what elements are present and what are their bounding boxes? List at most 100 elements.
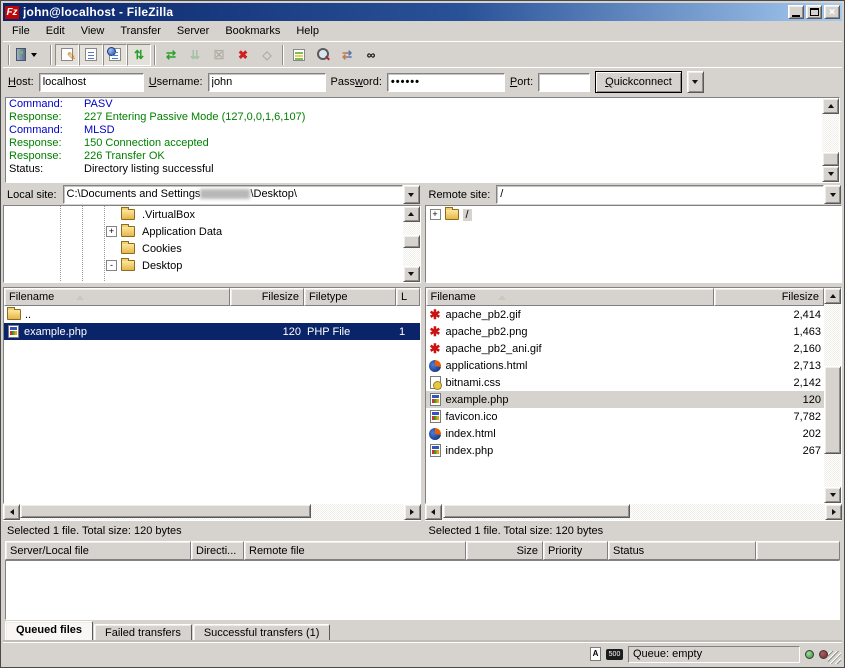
file-row-selected[interactable]: example.php 120 bbox=[426, 391, 825, 408]
scroll-thumb[interactable] bbox=[824, 366, 841, 454]
column-header-filetype[interactable]: Filetype bbox=[304, 288, 396, 306]
data-type-icon[interactable] bbox=[590, 647, 601, 661]
remote-path[interactable]: / bbox=[496, 185, 824, 204]
file-row[interactable]: index.html 202 bbox=[426, 425, 825, 442]
scroll-right-button[interactable] bbox=[404, 504, 421, 520]
close-button[interactable]: × bbox=[824, 5, 840, 19]
process-queue-button[interactable]: ⇊ bbox=[183, 44, 207, 66]
file-row[interactable]: apache_pb2_ani.gif 2,160 bbox=[426, 340, 825, 357]
title-bar[interactable]: Fz john@localhost - FileZilla × bbox=[3, 3, 842, 21]
column-header-filename[interactable]: Filename bbox=[426, 288, 714, 306]
tab-successful-transfers[interactable]: Successful transfers (1) bbox=[193, 624, 331, 642]
column-header-server-local-file[interactable]: Server/Local file bbox=[5, 541, 191, 560]
menu-help[interactable]: Help bbox=[288, 22, 327, 40]
remote-list-body[interactable]: apache_pb2.gif 2,414 apache_pb2.png 1,46… bbox=[426, 306, 825, 503]
file-row-example-php[interactable]: example.php 120 PHP File 1 bbox=[4, 323, 420, 340]
resize-grip[interactable] bbox=[828, 651, 841, 664]
toggle-remote-tree-button[interactable] bbox=[103, 44, 127, 66]
tree-item-application-data[interactable]: + Application Data bbox=[4, 223, 420, 240]
local-site-combo[interactable]: C:\Documents and Settings\Desktop\ bbox=[63, 185, 420, 204]
local-hscrollbar[interactable] bbox=[3, 504, 421, 520]
toggle-local-tree-button[interactable] bbox=[79, 44, 103, 66]
tab-queued-files[interactable]: Queued files bbox=[5, 621, 93, 642]
column-header-direction[interactable]: Directi... bbox=[191, 541, 244, 560]
column-header-status[interactable]: Status bbox=[608, 541, 756, 560]
tree-item-desktop[interactable]: - Desktop bbox=[4, 257, 420, 274]
speed-limit-icon[interactable] bbox=[606, 649, 623, 660]
log-scrollbar[interactable] bbox=[822, 98, 839, 182]
remote-site-combo[interactable]: / bbox=[496, 185, 841, 204]
menu-transfer[interactable]: Transfer bbox=[112, 22, 169, 40]
site-manager-button[interactable] bbox=[13, 44, 47, 66]
column-header-filesize[interactable]: Filesize bbox=[714, 288, 825, 306]
clear-queue-button[interactable]: ◇ bbox=[255, 44, 279, 66]
file-row[interactable]: applications.html 2,713 bbox=[426, 357, 825, 374]
refresh-button[interactable]: ⇄ bbox=[159, 44, 183, 66]
host-input[interactable] bbox=[39, 73, 144, 92]
maximize-button[interactable] bbox=[806, 5, 822, 19]
remote-site-dropdown-button[interactable] bbox=[824, 185, 841, 204]
scroll-down-button[interactable] bbox=[822, 166, 839, 182]
tree-item-root[interactable]: + / bbox=[426, 206, 842, 223]
scroll-up-button[interactable] bbox=[824, 288, 841, 304]
column-header-priority[interactable]: Priority bbox=[543, 541, 608, 560]
toggle-queue-button[interactable]: ⇅ bbox=[127, 44, 151, 66]
scroll-thumb[interactable] bbox=[20, 504, 311, 518]
column-header-remote-file[interactable]: Remote file bbox=[244, 541, 466, 560]
file-row[interactable]: bitnami.css 2,142 bbox=[426, 374, 825, 391]
local-site-dropdown-button[interactable] bbox=[403, 185, 420, 204]
local-list-body[interactable]: .. example.php 120 PHP File 1 bbox=[4, 306, 420, 503]
remote-file-list[interactable]: Filename Filesize apache_pb2.gif 2,414 a… bbox=[425, 287, 843, 504]
scroll-down-button[interactable] bbox=[403, 266, 420, 282]
scroll-left-button[interactable] bbox=[3, 504, 20, 520]
file-row[interactable]: apache_pb2.gif 2,414 bbox=[426, 306, 825, 323]
scroll-thumb[interactable] bbox=[403, 235, 420, 248]
toggle-message-log-button[interactable] bbox=[55, 44, 79, 66]
scroll-left-button[interactable] bbox=[425, 504, 442, 520]
file-row[interactable]: index.php 267 bbox=[426, 442, 825, 459]
scroll-up-button[interactable] bbox=[403, 206, 420, 222]
column-header-size[interactable]: Size bbox=[466, 541, 543, 560]
scroll-thumb[interactable] bbox=[822, 152, 839, 166]
username-input[interactable] bbox=[208, 73, 326, 92]
remote-hscrollbar[interactable] bbox=[425, 504, 843, 520]
quickconnect-button[interactable]: Quickconnect bbox=[595, 71, 682, 93]
menu-server[interactable]: Server bbox=[169, 22, 217, 40]
menu-bookmarks[interactable]: Bookmarks bbox=[217, 22, 288, 40]
menu-view[interactable]: View bbox=[73, 22, 113, 40]
disconnect-button[interactable]: ✖ bbox=[231, 44, 255, 66]
local-directory-tree[interactable]: .VirtualBox + Application Data Cookies -… bbox=[3, 205, 421, 283]
column-header-filesize[interactable]: Filesize bbox=[230, 288, 304, 306]
scroll-thumb[interactable] bbox=[443, 504, 631, 518]
local-path[interactable]: C:\Documents and Settings\Desktop\ bbox=[63, 185, 403, 204]
scroll-right-button[interactable] bbox=[825, 504, 842, 520]
file-row[interactable]: favicon.ico 7,782 bbox=[426, 408, 825, 425]
local-tree-scrollbar[interactable] bbox=[403, 206, 420, 282]
directory-comparison-button[interactable] bbox=[287, 44, 311, 66]
tree-item-cookies[interactable]: Cookies bbox=[4, 240, 420, 257]
cancel-button[interactable]: ☒ bbox=[207, 44, 231, 66]
file-row[interactable]: apache_pb2.png 1,463 bbox=[426, 323, 825, 340]
scroll-down-button[interactable] bbox=[824, 487, 841, 503]
expand-icon[interactable]: + bbox=[106, 226, 117, 237]
local-file-list[interactable]: Filename Filesize Filetype L .. example.… bbox=[3, 287, 421, 504]
column-header-lastmodified[interactable]: L bbox=[396, 288, 420, 306]
message-log[interactable]: Command:PASV Response:227 Entering Passi… bbox=[5, 97, 840, 183]
find-files-button[interactable]: ∞ bbox=[359, 44, 383, 66]
queue-list[interactable] bbox=[5, 560, 840, 620]
column-header-filename[interactable]: Filename bbox=[4, 288, 230, 306]
menu-edit[interactable]: Edit bbox=[38, 22, 73, 40]
port-input[interactable] bbox=[538, 73, 590, 92]
file-row-parent-dir[interactable]: .. bbox=[4, 306, 420, 323]
filter-button[interactable] bbox=[311, 44, 335, 66]
password-input[interactable] bbox=[387, 73, 505, 92]
minimize-button[interactable] bbox=[788, 5, 804, 19]
tab-failed-transfers[interactable]: Failed transfers bbox=[94, 624, 192, 642]
scroll-up-button[interactable] bbox=[822, 98, 839, 114]
remote-directory-tree[interactable]: + / bbox=[425, 205, 843, 283]
synchronized-browsing-button[interactable]: ⇄ bbox=[335, 44, 359, 66]
menu-file[interactable]: File bbox=[4, 22, 38, 40]
tree-item-virtualbox[interactable]: .VirtualBox bbox=[4, 206, 420, 223]
collapse-icon[interactable]: - bbox=[106, 260, 117, 271]
quickconnect-dropdown-button[interactable] bbox=[687, 71, 704, 93]
